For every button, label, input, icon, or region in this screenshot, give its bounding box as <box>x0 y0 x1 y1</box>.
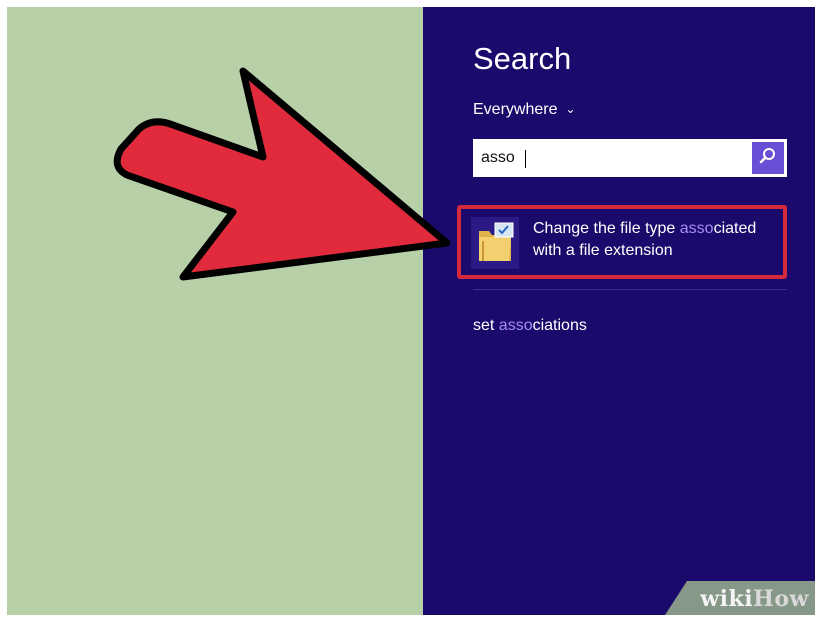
watermark-text: wikiHow <box>700 586 809 612</box>
search-button[interactable] <box>752 142 784 174</box>
screenshot-frame: Search Everywhere ⌄ asso Change the file… <box>7 7 815 615</box>
search-box <box>473 139 787 177</box>
search-title: Search <box>473 41 572 76</box>
suggestion-text-part: set <box>473 317 499 334</box>
search-result-label: Change the file type associated with a f… <box>533 218 783 262</box>
search-icon <box>759 147 777 170</box>
search-suggestion-item[interactable]: set associations <box>473 317 587 335</box>
suggestion-text-part: ciations <box>532 317 587 334</box>
watermark-wiki: wiki <box>700 586 754 612</box>
search-scope-dropdown[interactable]: Everywhere ⌄ <box>473 101 576 119</box>
watermark-how: How <box>753 586 809 612</box>
search-input[interactable] <box>473 140 751 176</box>
chevron-down-icon: ⌄ <box>565 102 576 116</box>
folder-icon <box>471 217 519 269</box>
desktop-background <box>7 7 423 615</box>
text-caret <box>525 150 526 168</box>
wikihow-watermark: wikiHow <box>665 581 815 615</box>
result-match-highlight: asso <box>679 220 714 237</box>
search-scope-label: Everywhere <box>473 101 558 118</box>
results-divider <box>473 289 787 290</box>
search-result-item[interactable]: Change the file type associated with a f… <box>457 205 787 279</box>
search-charm: Search Everywhere ⌄ asso Change the file… <box>423 7 815 615</box>
suggestion-match-highlight: asso <box>498 317 533 334</box>
result-text-part: Change the file type <box>533 220 680 237</box>
